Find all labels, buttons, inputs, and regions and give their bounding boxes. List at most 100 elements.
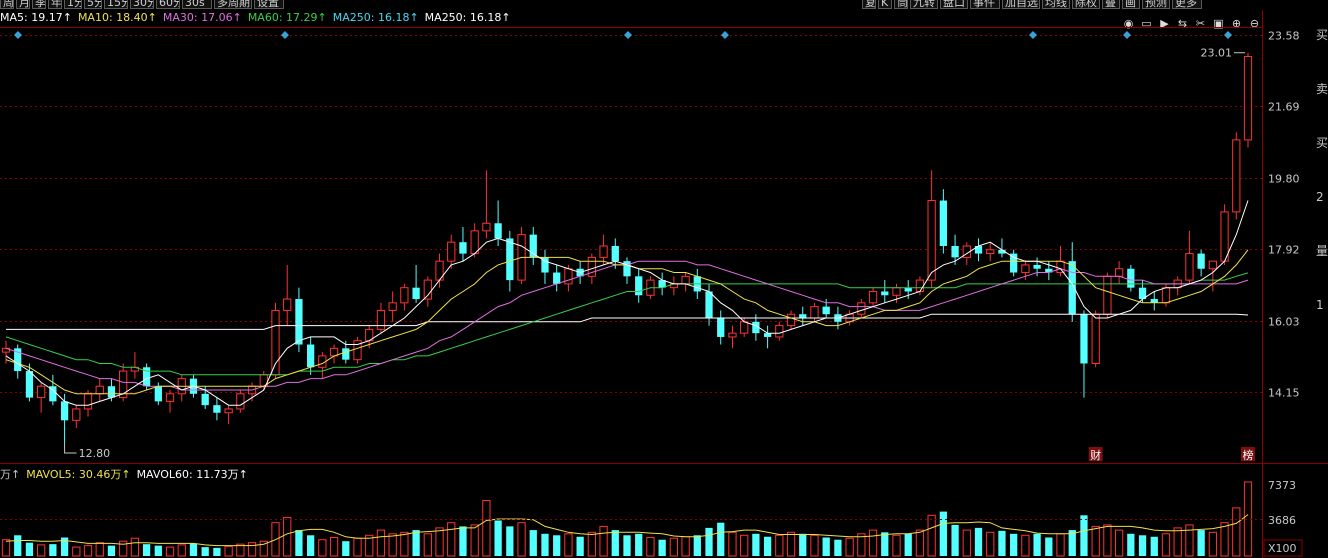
volume-bar — [189, 543, 198, 556]
right-side-panel: 买卖买2量1 — [1316, 28, 1328, 558]
candle-body — [376, 309, 386, 330]
candle-body — [154, 386, 162, 402]
candle-body — [1150, 299, 1158, 303]
candle-body — [307, 344, 315, 368]
volume-bar — [1220, 522, 1229, 557]
volume-bar — [1173, 527, 1182, 557]
volume-bar — [1056, 533, 1065, 557]
volume-bar — [1, 539, 11, 557]
candle-body — [165, 393, 175, 402]
kline-chart[interactable]: 23.58 21.69 19.80 17.92 16.03 14.15 23.01 12.80… — [0, 0, 1328, 558]
volume-bar — [927, 514, 936, 557]
candle-body — [271, 309, 280, 376]
candle-body — [1127, 268, 1135, 288]
price-tick-label: 14.15 — [1268, 387, 1300, 400]
volume-unit-label: X100 — [1268, 542, 1297, 555]
event-diamond-icon — [281, 31, 289, 39]
volume-bar — [400, 531, 409, 557]
volume-bar — [915, 529, 925, 557]
volume-bar — [447, 522, 456, 557]
volume-bar — [1127, 533, 1135, 556]
price-tick-label: 19.80 — [1268, 173, 1300, 186]
volume-bar — [295, 530, 303, 556]
candle-body — [1091, 313, 1100, 364]
candle-body — [611, 246, 619, 262]
volume-bar — [728, 531, 737, 557]
side-label: 1 — [1316, 298, 1324, 312]
high-price-label: 23.01 — [1201, 47, 1233, 60]
candle-body — [1080, 314, 1088, 364]
candle-body — [224, 408, 233, 414]
volume-bar — [986, 531, 995, 557]
candle-body — [881, 291, 889, 296]
volume-bar — [1150, 536, 1158, 556]
volume-bar — [25, 542, 34, 556]
candle-body — [986, 249, 995, 255]
side-label: 2 — [1316, 190, 1324, 204]
volume-bar — [587, 531, 596, 557]
volume-bar — [904, 533, 912, 556]
candle-body — [470, 230, 479, 255]
candle-body — [25, 371, 34, 398]
event-marker-label: 榜 — [1243, 448, 1254, 462]
volume-bar — [635, 533, 643, 556]
volume-bar — [1021, 534, 1030, 557]
volume-bar — [435, 527, 444, 557]
candle-body — [95, 385, 104, 395]
volume-bar — [1232, 507, 1241, 557]
candle-body — [494, 223, 502, 239]
candle-body — [1033, 264, 1041, 269]
event-diamond-icon — [14, 31, 22, 39]
volume-bar — [72, 546, 81, 557]
candle-body — [1197, 253, 1205, 269]
volume-bar — [423, 533, 432, 557]
volume-bar — [470, 524, 479, 557]
volume-bar — [224, 545, 233, 557]
candle-body — [1068, 261, 1076, 315]
side-label: 卖 — [1316, 82, 1328, 96]
volume-bar — [974, 527, 983, 556]
volume-bar — [658, 539, 666, 556]
volume-bar — [623, 535, 631, 556]
candle-body — [412, 287, 420, 300]
volume-bar — [130, 537, 140, 557]
volume-bar — [939, 511, 947, 556]
event-marker-label: 财 — [1090, 448, 1101, 462]
candle-body — [236, 393, 245, 410]
candle-body — [681, 275, 690, 285]
volume-bar — [564, 533, 573, 557]
volume-bar — [576, 536, 584, 556]
volume-bar — [517, 522, 526, 557]
volume-tick-label: 7373 — [1268, 479, 1296, 492]
low-pointer — [64, 443, 77, 454]
volume-bar — [669, 537, 679, 557]
volume-bar — [1091, 525, 1100, 557]
candle-body — [342, 348, 350, 360]
volume-bar — [541, 533, 549, 556]
candle-body — [482, 222, 491, 232]
candle-body — [564, 268, 573, 285]
volume-bar — [95, 542, 104, 557]
volume-bar — [786, 531, 796, 557]
candle-body — [107, 386, 116, 398]
candle-body — [506, 238, 514, 281]
volume-bar — [1138, 535, 1147, 556]
volume-bar — [775, 534, 784, 557]
candle-body — [599, 245, 608, 258]
candle-body — [892, 287, 901, 296]
ma60-line — [5, 272, 1249, 376]
volume-bar — [388, 533, 397, 557]
volume-bar — [283, 517, 292, 557]
candle-body — [623, 261, 631, 277]
candle-body — [1010, 253, 1018, 273]
candle-body — [717, 318, 725, 337]
candle-body — [1021, 264, 1030, 274]
event-diamond-icon — [1123, 31, 1131, 39]
candle-body — [740, 321, 749, 334]
candle-body — [635, 276, 643, 296]
candle-body — [1056, 260, 1065, 274]
candle-body — [201, 393, 209, 406]
volume-bar — [1010, 533, 1018, 556]
candle-body — [857, 302, 866, 315]
volume-bar — [154, 545, 162, 556]
